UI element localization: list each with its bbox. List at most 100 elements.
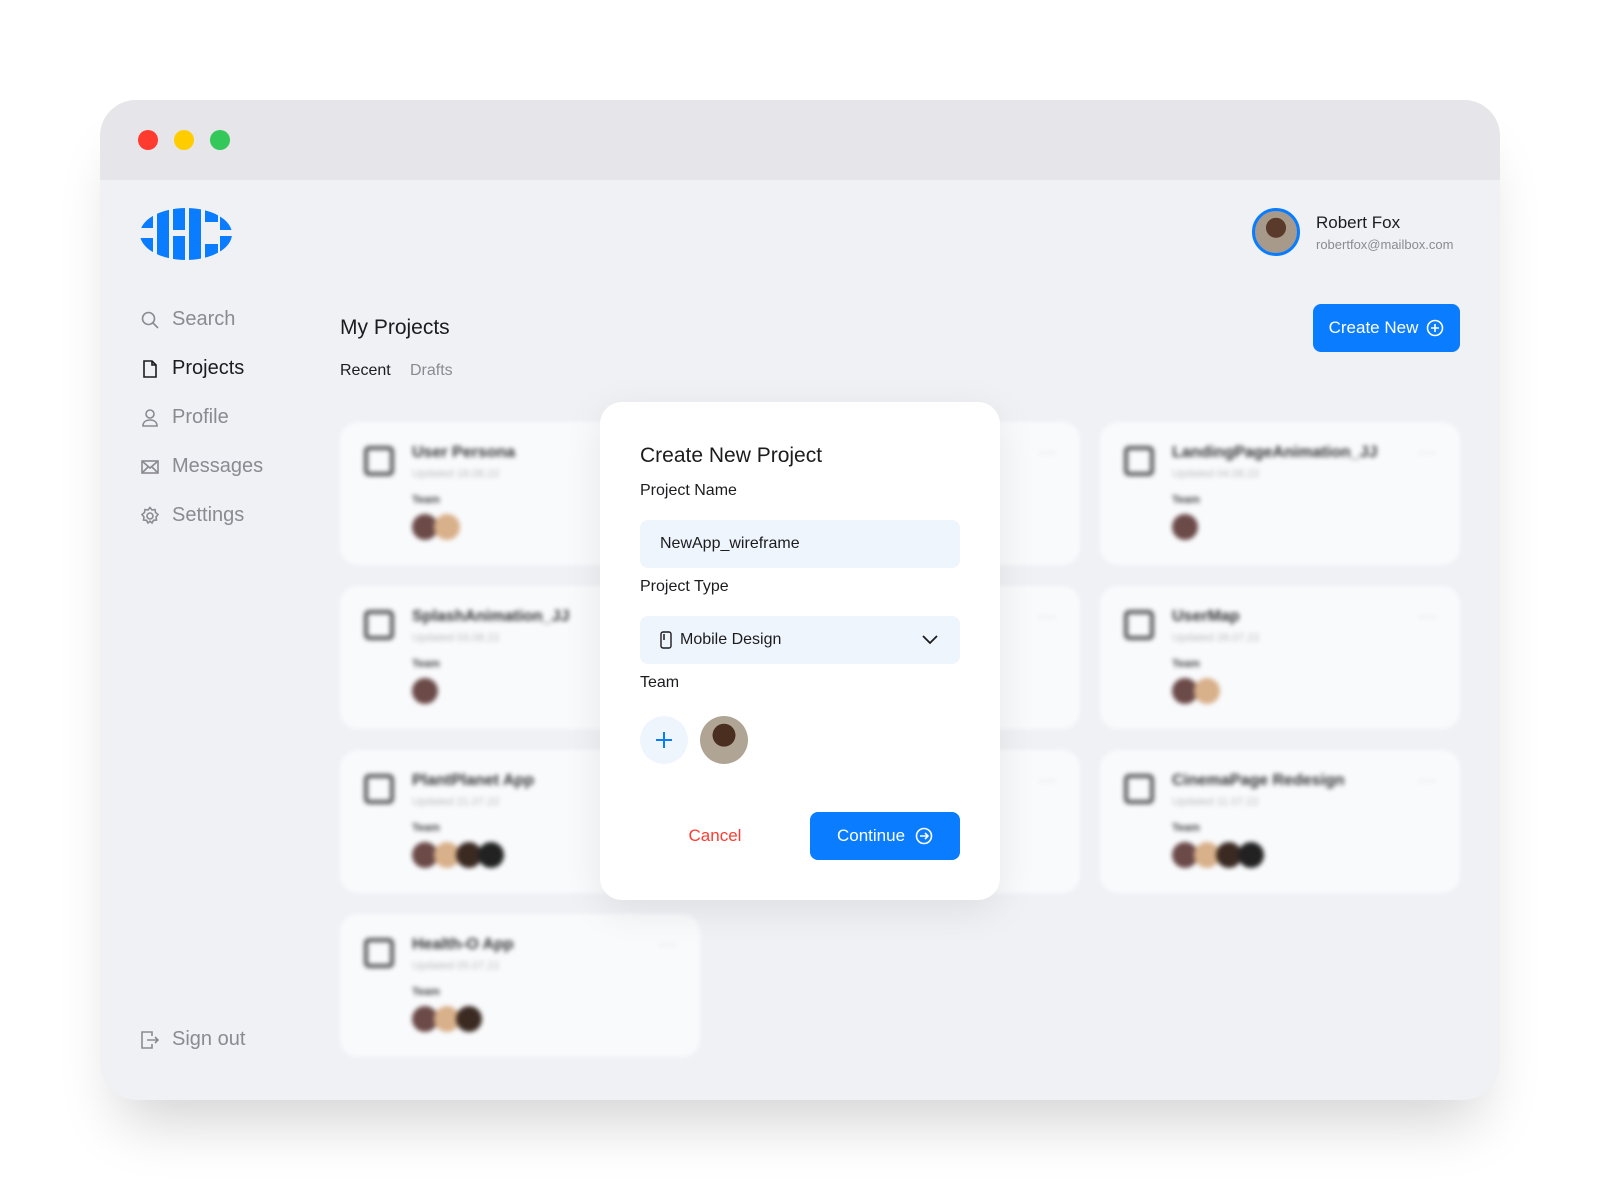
- user-profile[interactable]: Robert Fox robertfox@mailbox.com: [1252, 208, 1453, 256]
- tab-drafts[interactable]: Drafts: [410, 362, 453, 380]
- search-icon: [141, 311, 159, 329]
- film-icon: [1124, 446, 1154, 476]
- minimize-window-button[interactable]: [174, 130, 194, 150]
- member-avatar: [1172, 514, 1198, 540]
- member-avatar: [1194, 678, 1220, 704]
- file-icon: [143, 359, 157, 378]
- member-avatar: [1238, 842, 1264, 868]
- project-card[interactable]: UserMap Updated 28.07.22 Team ···: [1100, 586, 1460, 729]
- create-new-button[interactable]: Create New: [1313, 304, 1460, 352]
- plus-icon: [656, 732, 672, 748]
- continue-label: Continue: [836, 826, 906, 845]
- project-updated: Updated 04.08.22: [1172, 468, 1260, 480]
- project-type-value: Mobile Design: [680, 631, 782, 648]
- sign-out-button[interactable]: Sign out: [140, 1028, 245, 1051]
- project-card[interactable]: Health-O App Updated 05.07.22 Team ···: [340, 914, 700, 1057]
- member-avatar: [412, 678, 438, 704]
- cancel-button[interactable]: Cancel: [640, 812, 790, 860]
- team-avatars: [1172, 514, 1198, 540]
- project-updated: Updated 03.08.22: [412, 632, 500, 644]
- dialog-title: Create New Project: [640, 444, 823, 467]
- mobile-icon: [364, 938, 394, 968]
- create-project-dialog: Create New Project Project Name Project …: [600, 402, 1000, 900]
- monitor-icon: [1124, 774, 1154, 804]
- team-member-avatar: [700, 716, 748, 764]
- sidebar-item-settings[interactable]: Settings: [140, 504, 244, 527]
- mobile-icon: [660, 631, 672, 649]
- maximize-window-button[interactable]: [210, 130, 230, 150]
- user-name: Robert Fox: [1316, 212, 1401, 232]
- project-updated: Updated 05.07.22: [412, 960, 500, 972]
- sidebar-item-messages[interactable]: Messages: [140, 455, 263, 478]
- pen-icon: [1124, 610, 1154, 640]
- avatar: [1252, 208, 1300, 256]
- tab-recent[interactable]: Recent: [340, 362, 391, 380]
- sidebar-item-label: Settings: [172, 504, 245, 526]
- project-name: CinemaPage Redesign: [1172, 772, 1345, 789]
- gear-icon: [140, 505, 160, 524]
- project-updated: Updated 21.07.22: [412, 796, 500, 808]
- project-updated: Updated 28.07.22: [1172, 632, 1260, 644]
- sidebar-item-projects[interactable]: Projects: [140, 357, 244, 380]
- more-icon[interactable]: ···: [1418, 606, 1436, 627]
- mail-icon: [141, 459, 159, 474]
- team-avatars: [1172, 842, 1264, 868]
- sidebar-item-label: Profile: [172, 406, 229, 428]
- user-email: robertfox@mailbox.com: [1316, 236, 1454, 252]
- project-name: PlantPlanet App: [412, 772, 535, 789]
- sidebar-item-label: Projects: [172, 357, 245, 379]
- film-icon: [364, 610, 394, 640]
- project-name: LandingPageAnimation_JJ: [1172, 444, 1378, 461]
- create-new-label: Create New: [1328, 318, 1419, 337]
- sidebar-item-search[interactable]: Search: [140, 308, 235, 331]
- mobile-icon: [364, 774, 394, 804]
- sidebar-item-label: Search: [172, 308, 236, 330]
- project-name: User Persona: [412, 444, 516, 461]
- team-label: Team: [412, 986, 440, 998]
- project-updated: Updated 18.08.22: [412, 468, 500, 480]
- sign-out-icon: [141, 1030, 160, 1049]
- page-title: My Projects: [340, 316, 450, 339]
- project-name: Health-O App: [412, 936, 514, 953]
- team-label: Team: [412, 822, 440, 834]
- project-name-label: Project Name: [640, 482, 737, 499]
- team-label: Team: [412, 658, 440, 670]
- chevron-down-icon: [922, 635, 938, 645]
- team-label: Team: [640, 674, 680, 691]
- member-avatar: [434, 514, 460, 540]
- project-card[interactable]: CinemaPage Redesign Updated 11.07.22 Tea…: [1100, 750, 1460, 893]
- team-label: Team: [1172, 658, 1200, 670]
- plus-circle-icon: [1427, 319, 1444, 337]
- more-icon[interactable]: ···: [1418, 442, 1436, 463]
- arrow-right-circle-icon: [915, 827, 933, 845]
- team-avatars: [412, 842, 504, 868]
- more-icon[interactable]: ···: [1418, 770, 1436, 791]
- project-name: SplashAnimation_JJ: [412, 608, 570, 625]
- team-avatars: [412, 514, 460, 540]
- project-name: UserMap: [1172, 608, 1240, 625]
- member-avatar: [456, 1006, 482, 1032]
- project-name-input[interactable]: [640, 520, 960, 568]
- team-label: Team: [412, 494, 440, 506]
- user-icon: [142, 408, 158, 427]
- team-avatars: [412, 678, 438, 704]
- pen-icon: [364, 446, 394, 476]
- continue-button[interactable]: Continue: [810, 812, 960, 860]
- add-member-button[interactable]: [640, 716, 688, 764]
- project-updated: Updated 11.07.22: [1172, 796, 1259, 808]
- team-avatars: [1172, 678, 1220, 704]
- title-bar: [100, 100, 1500, 180]
- project-type-select[interactable]: Mobile Design: [640, 616, 960, 664]
- logo: [140, 208, 232, 260]
- more-icon[interactable]: ···: [658, 934, 676, 955]
- project-card[interactable]: LandingPageAnimation_JJ Updated 04.08.22…: [1100, 422, 1460, 565]
- member-avatar: [478, 842, 504, 868]
- team-label: Team: [1172, 494, 1200, 506]
- sign-out-label: Sign out: [172, 1028, 246, 1050]
- team-avatars: [412, 1006, 482, 1032]
- project-type-label: Project Type: [640, 578, 729, 595]
- sidebar-item-label: Messages: [172, 455, 264, 477]
- team-label: Team: [1172, 822, 1200, 834]
- sidebar-item-profile[interactable]: Profile: [140, 406, 229, 429]
- close-window-button[interactable]: [138, 130, 158, 150]
